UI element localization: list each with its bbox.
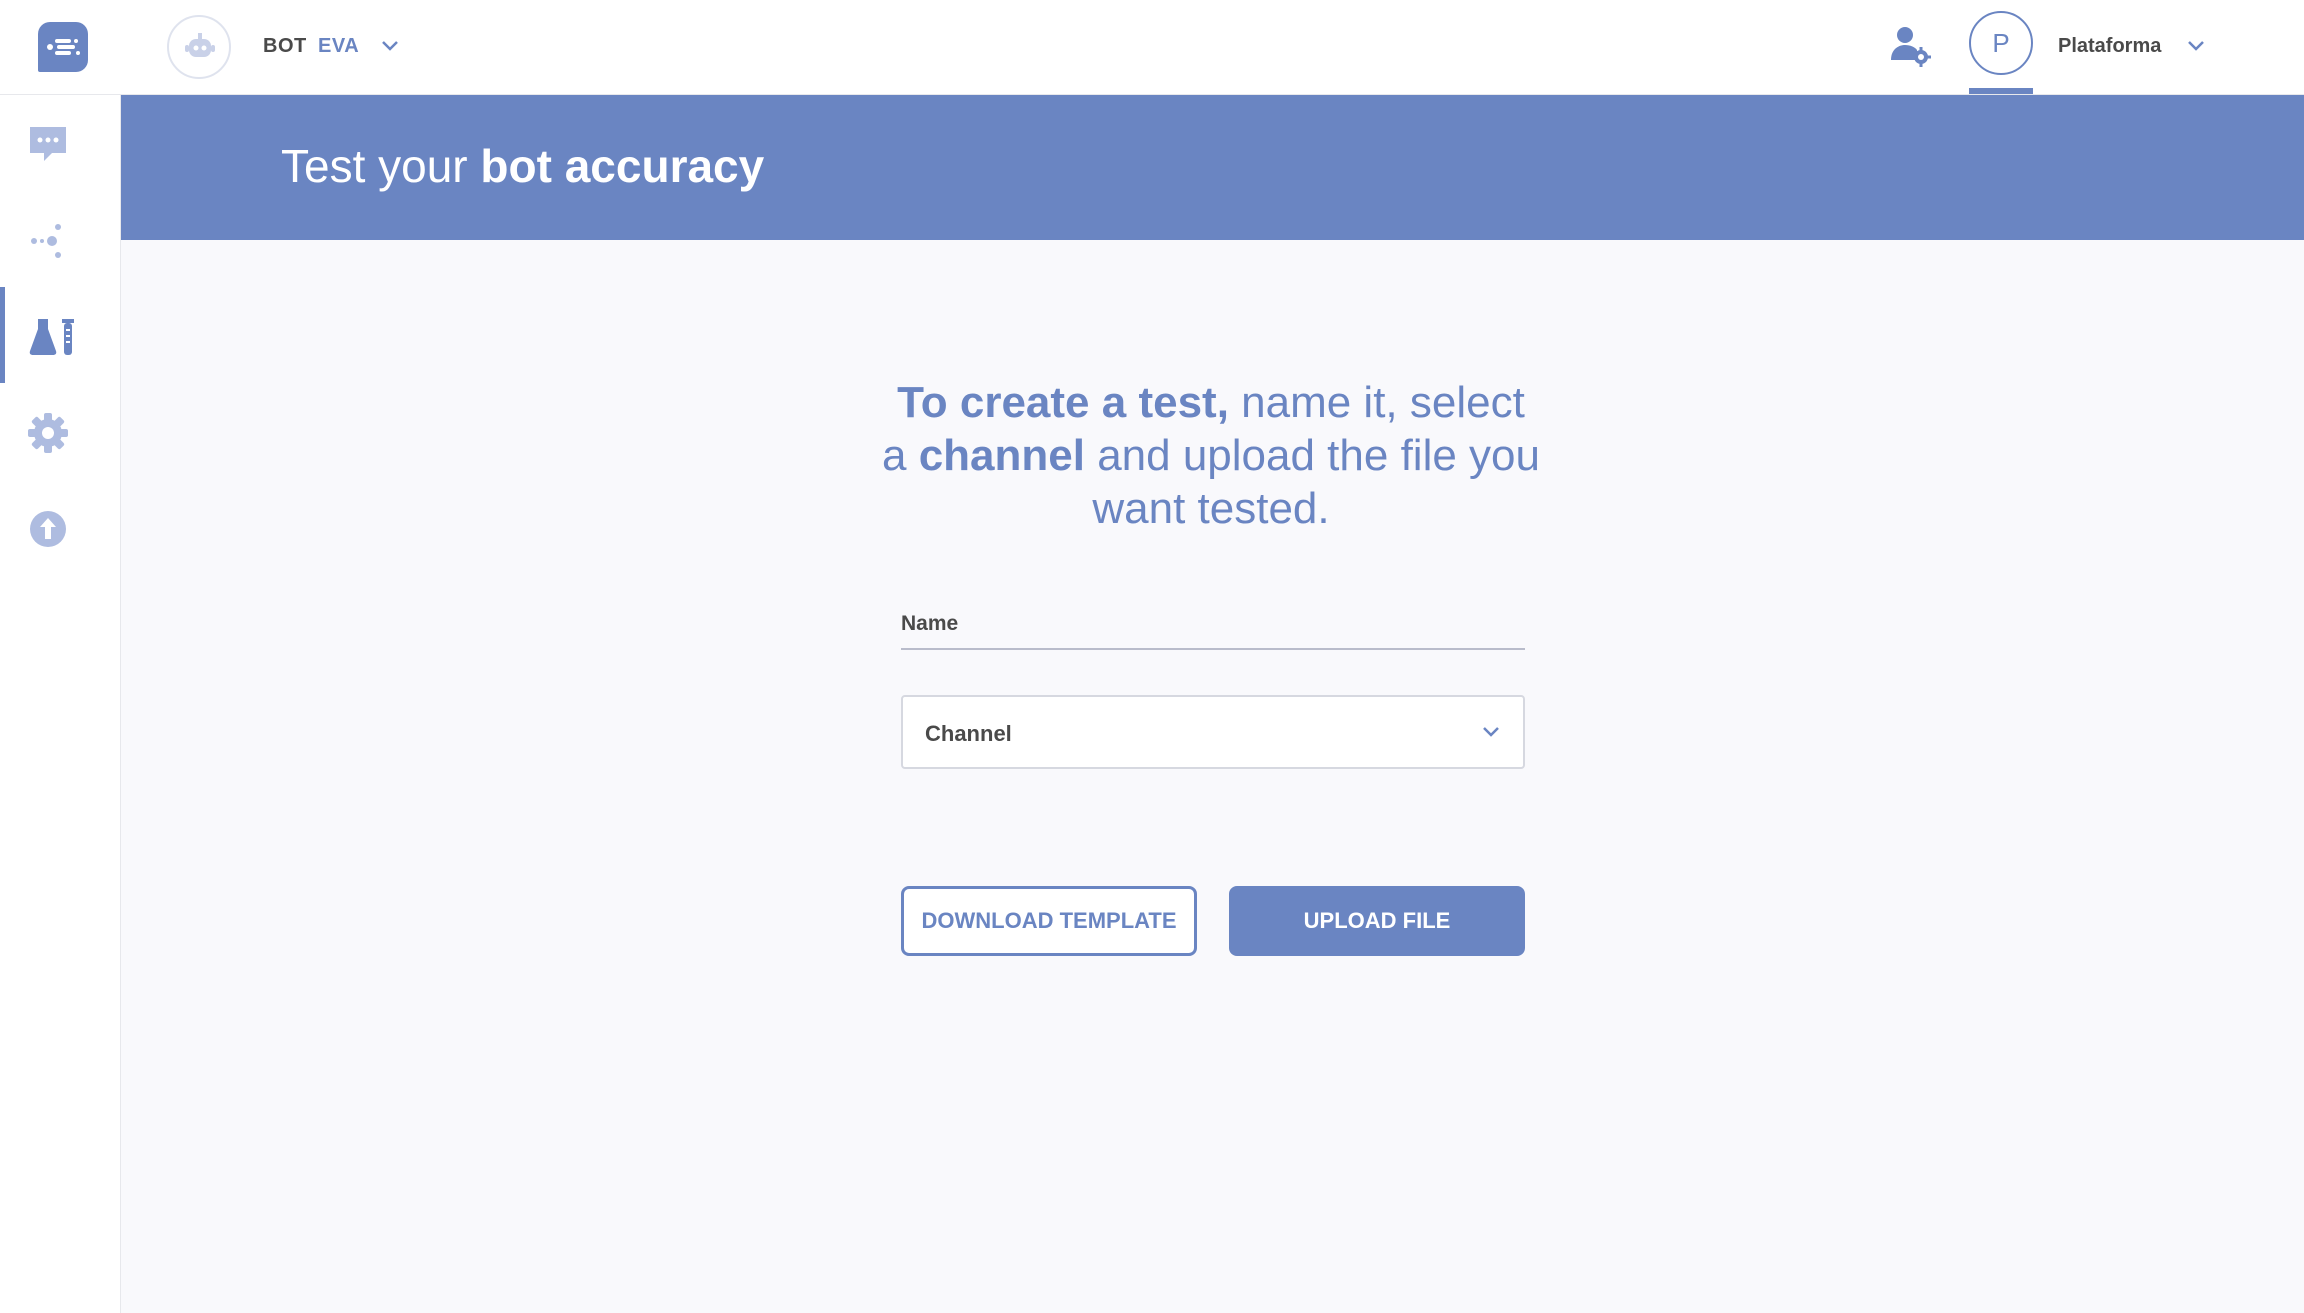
page-title: Test your bot accuracy	[281, 139, 764, 193]
flask-icon	[29, 319, 74, 355]
chat-bubble-icon	[30, 127, 66, 161]
instructions-bold-2: channel	[918, 431, 1085, 480]
nodes-icon	[31, 224, 61, 258]
sidebar-item-tests[interactable]	[0, 287, 120, 383]
name-input[interactable]	[901, 610, 1525, 648]
bot-name[interactable]: EVA	[318, 35, 359, 58]
upload-icon	[30, 511, 66, 547]
download-template-button[interactable]: DOWNLOAD TEMPLATE	[901, 886, 1197, 956]
sidebar-item-settings[interactable]	[0, 383, 120, 479]
avatar-active-indicator	[1969, 88, 2033, 94]
page-title-bold: bot accuracy	[480, 140, 765, 192]
name-label: Name	[901, 612, 959, 635]
main-content: To create a test, name it, select a chan…	[121, 240, 2304, 1313]
page-title-regular: Test your	[281, 140, 481, 192]
channel-placeholder: Channel	[925, 721, 1012, 746]
channel-select[interactable]: Channel	[901, 695, 1525, 769]
instructions-text: To create a test, name it, select a chan…	[881, 376, 1541, 535]
bot-label: BOT	[263, 35, 307, 57]
robot-icon[interactable]	[167, 15, 231, 79]
avatar[interactable]: P	[1969, 11, 2033, 75]
chevron-down-icon	[1481, 725, 1501, 744]
top-bar: BOT EVA P Plataforma	[0, 0, 2304, 95]
chevron-down-icon[interactable]	[380, 39, 400, 58]
chat-logo-icon[interactable]	[38, 22, 88, 72]
user-gear-icon[interactable]	[1888, 24, 1932, 73]
sidebar	[0, 95, 121, 1313]
chevron-down-icon[interactable]	[2186, 39, 2206, 58]
sidebar-item-flows[interactable]	[0, 191, 120, 287]
upload-file-button[interactable]: UPLOAD FILE	[1229, 886, 1525, 956]
name-field[interactable]: Name	[901, 610, 1525, 650]
gear-icon	[28, 413, 68, 453]
instructions-bold-1: To create a test,	[897, 378, 1229, 427]
sidebar-item-conversations[interactable]	[0, 95, 120, 191]
profile-name[interactable]: Plataforma	[2058, 35, 2161, 58]
page-banner: Test your bot accuracy	[121, 95, 2304, 240]
sidebar-item-publish[interactable]	[0, 479, 120, 575]
instructions-part-4: and upload the file you want tested.	[1084, 431, 1540, 533]
